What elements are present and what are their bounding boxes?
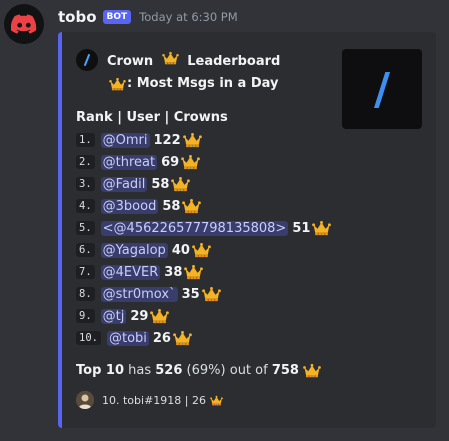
embed-footer: 10. tobi#1918 | 26 bbox=[76, 391, 223, 409]
summary-has: has bbox=[128, 363, 152, 378]
summary-out-of: out of bbox=[229, 363, 268, 378]
summary-all: 758 bbox=[271, 363, 299, 378]
author-text-end: Leaderboard bbox=[187, 54, 281, 69]
summary-total: 526 bbox=[155, 363, 183, 378]
rank-number: 9. bbox=[76, 309, 95, 323]
user-mention[interactable]: @threat bbox=[100, 154, 158, 170]
crown-count: 26 bbox=[152, 330, 171, 346]
rank-number: 10. bbox=[76, 331, 101, 345]
summary-percent: (69%) bbox=[186, 363, 226, 378]
rank-number: 5. bbox=[76, 221, 95, 235]
crown-count: 69 bbox=[161, 154, 180, 170]
crown-icon bbox=[210, 395, 223, 406]
table-row: 7. @4EVER 38 bbox=[76, 261, 376, 283]
table-row: 4. @3bood 58 bbox=[76, 195, 376, 217]
crown-count: 51 bbox=[292, 220, 311, 236]
embed-thumbnail[interactable]: / bbox=[342, 49, 422, 129]
rank-number: 3. bbox=[76, 177, 95, 191]
table-header: Rank | User | Crowns bbox=[76, 110, 228, 125]
author-text-start: Crown bbox=[107, 54, 154, 69]
crown-icon bbox=[202, 286, 221, 302]
table-row: 1. @Omri 122 bbox=[76, 129, 376, 151]
user-mention[interactable]: @Fadil bbox=[100, 176, 148, 192]
crown-icon bbox=[192, 242, 211, 258]
embed-author: Crown Leaderboard bbox=[76, 49, 280, 71]
message-header: tobo BOT Today at 6:30 PM bbox=[58, 8, 238, 26]
crown-icon bbox=[162, 51, 179, 65]
embed-title: : Most Msgs in a Day bbox=[109, 76, 279, 91]
user-mention[interactable]: @Yagalop bbox=[100, 242, 168, 258]
embed-author-name: Crown Leaderboard bbox=[107, 51, 280, 69]
user-mention[interactable]: <@456226577798135808> bbox=[100, 220, 289, 236]
user-mention[interactable]: @3bood bbox=[100, 198, 159, 214]
rank-number: 2. bbox=[76, 155, 95, 169]
leaderboard-embed: Crown Leaderboard : Most Msgs in a Day /… bbox=[58, 32, 436, 428]
leaderboard-list: 1. @Omri 122 2. @threat 69 3. @Fadil 58 4. @3bood 5… bbox=[76, 129, 376, 349]
crown-icon bbox=[173, 330, 192, 346]
table-row: 9. @tj 29 bbox=[76, 305, 376, 327]
table-row: 8. @str0mox` 35 bbox=[76, 283, 376, 305]
table-row: 5. <@456226577798135808> 51 bbox=[76, 217, 376, 239]
crown-icon bbox=[184, 264, 203, 280]
rank-number: 7. bbox=[76, 265, 95, 279]
user-mention[interactable]: @str0mox` bbox=[100, 286, 178, 302]
crown-icon bbox=[303, 363, 321, 378]
user-mention[interactable]: @4EVER bbox=[100, 264, 161, 280]
message: tobo BOT Today at 6:30 PM Crown Leaderbo… bbox=[0, 0, 449, 441]
crown-icon bbox=[171, 176, 190, 192]
table-row: 10. @tobi 26 bbox=[76, 327, 376, 349]
table-row: 6. @Yagalop 40 bbox=[76, 239, 376, 261]
discord-logo-icon[interactable] bbox=[4, 4, 44, 44]
crown-count: 35 bbox=[181, 286, 200, 302]
username[interactable]: tobo bbox=[58, 8, 97, 26]
crown-icon bbox=[109, 77, 126, 91]
table-row: 2. @threat 69 bbox=[76, 151, 376, 173]
crown-count: 38 bbox=[164, 264, 183, 280]
footer-text: 10. tobi#1918 | 26 bbox=[102, 393, 206, 407]
crown-icon bbox=[183, 132, 202, 148]
slash-logo-icon bbox=[76, 49, 98, 71]
summary-label: Top 10 bbox=[76, 363, 124, 378]
footer-avatar bbox=[76, 391, 94, 409]
timestamp[interactable]: Today at 6:30 PM bbox=[139, 10, 237, 24]
crown-icon bbox=[312, 220, 331, 236]
rank-number: 4. bbox=[76, 199, 95, 213]
crown-count: 40 bbox=[171, 242, 190, 258]
thumbnail-slash-glyph: / bbox=[373, 63, 391, 115]
crown-count: 122 bbox=[153, 132, 181, 148]
crown-count: 58 bbox=[151, 176, 170, 192]
table-row: 3. @Fadil 58 bbox=[76, 173, 376, 195]
crown-icon bbox=[181, 154, 200, 170]
bot-badge: BOT bbox=[102, 10, 132, 24]
summary-line: Top 10 has 526 (69%) out of 758 bbox=[76, 363, 321, 378]
embed-title-text: : Most Msgs in a Day bbox=[127, 76, 279, 91]
rank-number: 8. bbox=[76, 287, 95, 301]
crown-count: 58 bbox=[162, 198, 181, 214]
crown-icon bbox=[182, 198, 201, 214]
crown-icon bbox=[150, 308, 169, 324]
rank-number: 6. bbox=[76, 243, 95, 257]
crown-count: 29 bbox=[130, 308, 149, 324]
user-mention[interactable]: @tj bbox=[100, 308, 127, 324]
rank-number: 1. bbox=[76, 133, 95, 147]
user-mention[interactable]: @tobi bbox=[106, 330, 149, 346]
user-mention[interactable]: @Omri bbox=[100, 132, 150, 148]
